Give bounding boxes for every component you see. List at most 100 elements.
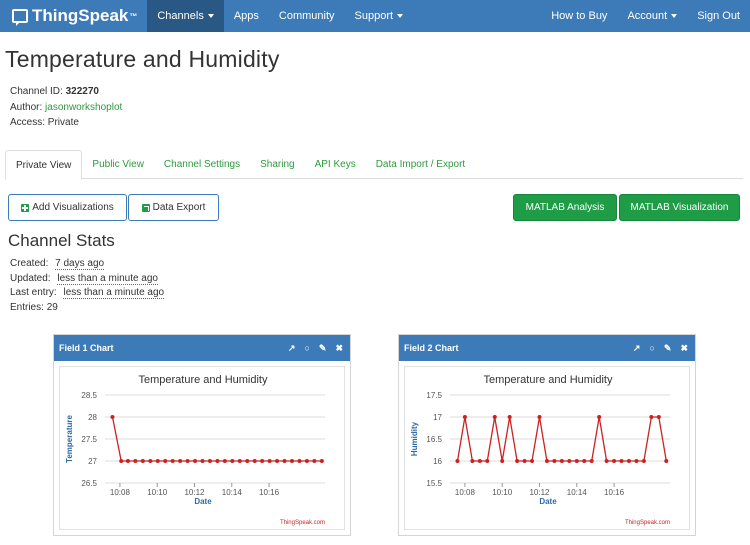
data-point [200, 459, 205, 463]
data-point [267, 459, 272, 463]
y-tick-label: 28 [88, 413, 97, 422]
add-visualizations-label: Add Visualizations [32, 202, 114, 213]
nav-how-to-buy[interactable]: How to Buy [541, 0, 617, 32]
data-point [664, 459, 669, 463]
y-axis-label: Temperature [65, 415, 74, 463]
y-tick-label: 26.5 [81, 479, 97, 488]
nav-account[interactable]: Account [617, 0, 687, 32]
data-point [597, 415, 602, 419]
data-point [222, 459, 227, 463]
channel-stats-heading: Channel Stats [8, 231, 115, 250]
data-point [522, 459, 527, 463]
data-point [125, 459, 130, 463]
nav-apps[interactable]: Apps [224, 0, 269, 32]
data-point [133, 459, 138, 463]
data-point [163, 459, 168, 463]
page-title: Temperature and Humidity [5, 46, 280, 72]
updated-label: Updated: [10, 272, 51, 284]
data-point [260, 459, 265, 463]
close-icon[interactable]: ✖ [680, 343, 688, 354]
y-tick-label: 17.5 [426, 391, 442, 400]
comment-icon[interactable]: ○ [649, 343, 654, 354]
data-point [297, 459, 302, 463]
x-tick-label: 10:16 [259, 488, 280, 497]
nav-support-label: Support [354, 10, 394, 22]
data-point [589, 459, 594, 463]
data-point [155, 459, 160, 463]
matlab-analysis-button[interactable]: MATLAB Analysis [513, 194, 617, 221]
thingspeak-logo[interactable]: ThingSpeak ™ [0, 0, 147, 32]
x-tick-label: 10:12 [184, 488, 205, 497]
data-export-button[interactable]: Data Export [128, 194, 219, 221]
data-point [656, 415, 661, 419]
last-entry-label: Last entry: [10, 287, 57, 298]
pencil-icon[interactable]: ✎ [664, 343, 672, 354]
channel-meta: Channel ID: 322270 Author: jasonworkshop… [10, 84, 122, 131]
x-tick-label: 10:14 [567, 488, 588, 497]
pencil-icon[interactable]: ✎ [319, 343, 327, 354]
data-point [170, 459, 175, 463]
data-export-label: Data Export [152, 202, 206, 213]
tab-api-keys[interactable]: API Keys [305, 150, 366, 179]
x-axis-label: Date [539, 497, 557, 506]
data-point [110, 415, 115, 419]
y-tick-label: 16.5 [426, 435, 442, 444]
external-link-icon[interactable]: ↗ [633, 343, 641, 354]
x-tick-label: 10:08 [455, 488, 476, 497]
nav-sign-out[interactable]: Sign Out [687, 0, 750, 32]
data-point [304, 459, 309, 463]
export-icon [141, 203, 150, 212]
data-point [582, 459, 587, 463]
data-point [500, 459, 505, 463]
tab-sharing[interactable]: Sharing [250, 150, 304, 179]
data-point [245, 459, 250, 463]
updated-value: less than a minute ago [57, 272, 158, 285]
data-point [485, 459, 490, 463]
access-value: Private [47, 117, 79, 128]
chart-title: Temperature and Humidity [138, 374, 268, 386]
matlab-visualization-button[interactable]: MATLAB Visualization [619, 194, 740, 221]
tab-channel-settings[interactable]: Channel Settings [154, 150, 250, 179]
data-point [626, 459, 631, 463]
entries-value: 29 [46, 301, 58, 313]
nav-support[interactable]: Support [345, 0, 414, 32]
trademark: ™ [129, 11, 138, 21]
data-point [207, 459, 212, 463]
nav-account-label: Account [627, 10, 668, 22]
comment-icon[interactable]: ○ [304, 343, 309, 354]
tab-data-import-export[interactable]: Data Import / Export [366, 150, 475, 179]
tab-public-view[interactable]: Public View [82, 150, 154, 179]
nav-community[interactable]: Community [269, 0, 345, 32]
add-visualizations-button[interactable]: Add Visualizations [8, 194, 127, 221]
caret-down-icon [207, 14, 214, 18]
external-link-icon[interactable]: ↗ [288, 343, 296, 354]
nav-channels[interactable]: Channels [147, 0, 224, 32]
data-point [230, 459, 235, 463]
entries-label: Entries: [10, 301, 44, 313]
data-point [290, 459, 294, 463]
x-tick-label: 10:08 [110, 488, 131, 497]
caret-down-icon [397, 14, 404, 18]
data-point [567, 459, 572, 463]
created-value: 7 days ago [55, 258, 105, 270]
brand-name: ThingSpeak [32, 6, 129, 25]
caret-down-icon [671, 14, 678, 18]
data-point [492, 415, 497, 419]
widget-title: Field 1 Chart [59, 343, 114, 353]
data-point [649, 415, 654, 419]
chart-credits: ThingSpeak.com [625, 520, 670, 526]
last-entry-value: less than a minute ago [63, 287, 165, 299]
data-point [470, 459, 475, 463]
data-point [252, 459, 257, 463]
close-icon[interactable]: ✖ [335, 343, 343, 354]
data-point [634, 459, 639, 463]
data-point [462, 415, 467, 419]
author-link[interactable]: jasonworkshoplot [45, 102, 122, 113]
tab-private-view[interactable]: Private View [5, 150, 83, 180]
chart-title: Temperature and Humidity [483, 374, 613, 386]
data-point [507, 415, 512, 419]
y-tick-label: 15.5 [426, 479, 442, 488]
data-point [552, 459, 557, 463]
created-label: Created: [10, 258, 49, 269]
data-point [185, 459, 190, 463]
